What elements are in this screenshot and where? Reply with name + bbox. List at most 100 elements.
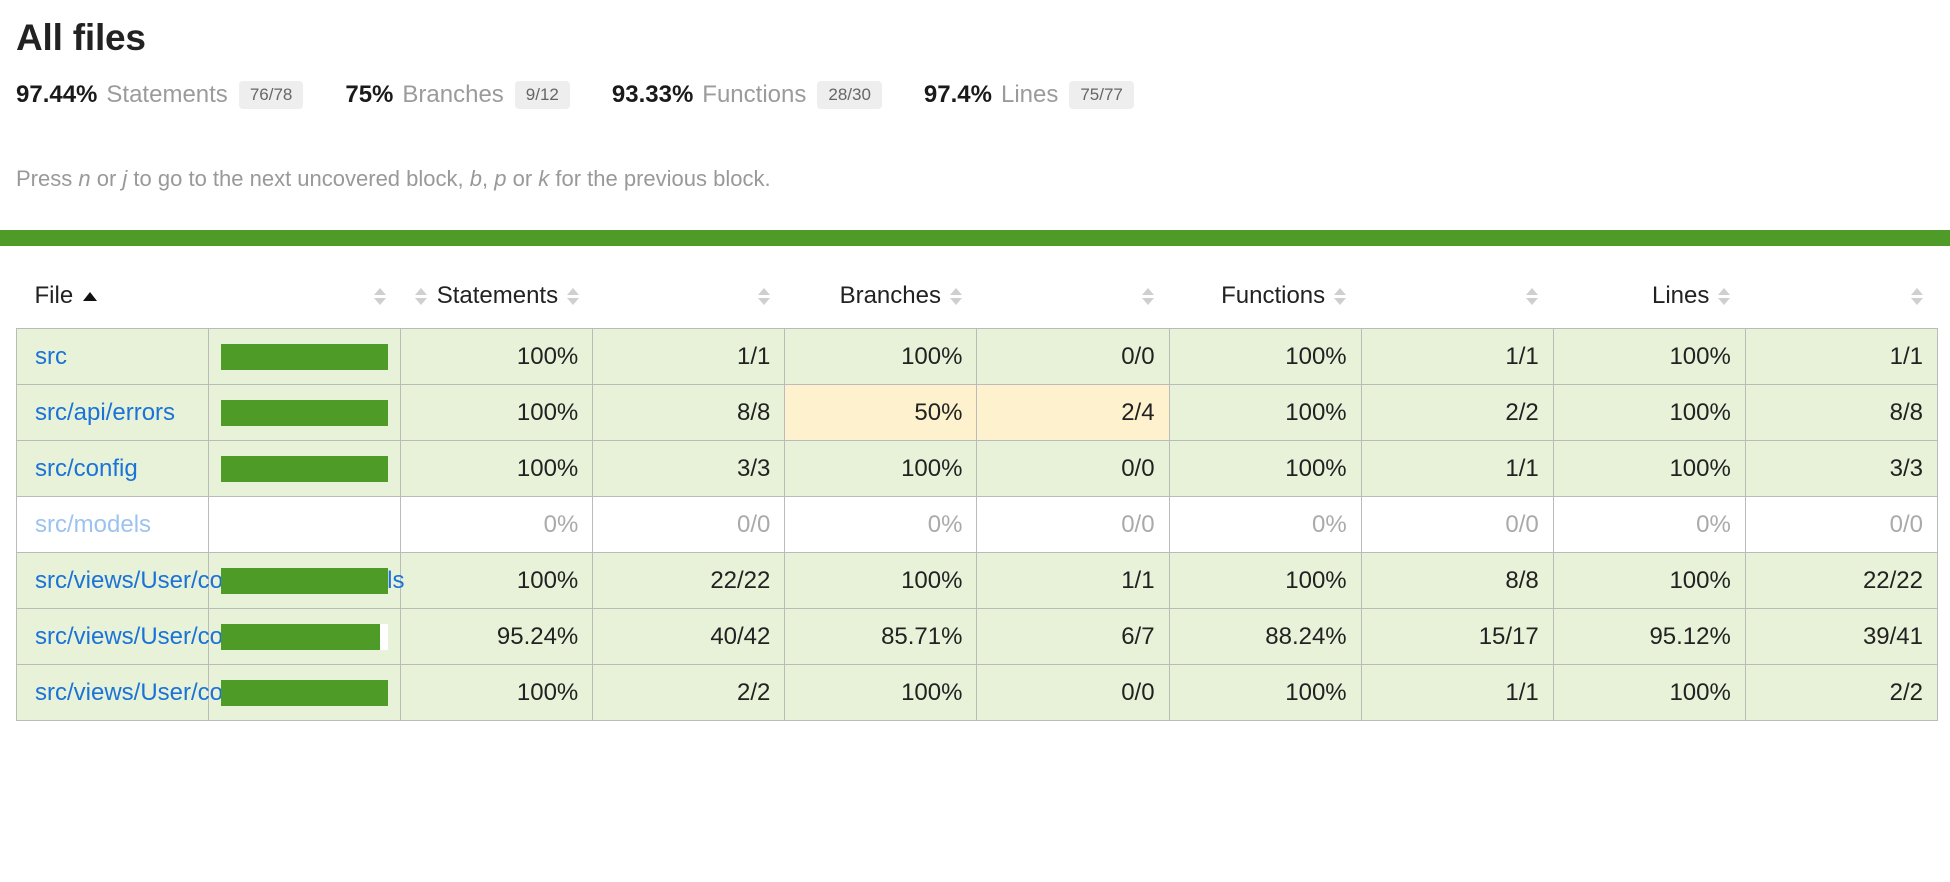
column-header-functions[interactable]: Functions [1169, 270, 1362, 329]
coverage-bar [221, 455, 389, 482]
table-header-row: File Statements Branches Functions Lines [16, 270, 1938, 329]
cell-lines-raw: 22/22 [1744, 552, 1939, 610]
coverage-report-page: All files 97.44% Statements 76/78 75% Br… [0, 0, 1950, 722]
column-header-functions-raw[interactable] [1361, 270, 1554, 329]
cell-branches-pct: 100% [784, 328, 978, 386]
cell-coverage-bar [208, 664, 402, 722]
column-header-lines-raw[interactable] [1745, 270, 1938, 329]
cell-statements-raw: 1/1 [592, 328, 786, 386]
column-header-statements[interactable]: Statements [400, 270, 593, 329]
cell-file: src/views/User/components/list [15, 608, 364, 666]
file-link[interactable]: src [35, 343, 67, 370]
cell-functions-pct: 0% [1168, 496, 1362, 554]
column-header-statements-raw[interactable] [592, 270, 785, 329]
help-part-5: or [506, 165, 539, 191]
sort-toggle-functions-icon[interactable] [1334, 288, 1347, 306]
table-row: src/views/User/config 100% 2/2 100% 0/0 100% 1… [15, 664, 1939, 722]
cell-branches-pct: 50% [784, 384, 978, 442]
coverage-bar [221, 343, 389, 370]
cell-functions-pct: 100% [1168, 664, 1362, 722]
table-row: src 100% 1/1 100% 0/0 100% 1/1 100% 1/1 [15, 328, 1939, 386]
cell-coverage-bar [208, 496, 402, 554]
sort-toggle-lines-icon[interactable] [1718, 288, 1731, 306]
column-header-lines-label: Lines [1651, 282, 1710, 310]
file-link[interactable]: src/config [35, 455, 138, 482]
column-header-file-sorter[interactable] [208, 270, 401, 329]
file-link[interactable]: src/models [35, 511, 151, 538]
summary-branches: 75% Branches 9/12 [345, 80, 570, 109]
sort-toggle-statements-pre-icon[interactable] [414, 288, 428, 306]
cell-lines-raw: 8/8 [1744, 384, 1939, 442]
cell-branches-pct: 100% [784, 552, 978, 610]
summary-statements-label: Statements [106, 80, 228, 108]
cell-functions-pct: 100% [1168, 552, 1362, 610]
column-header-lines[interactable]: Lines [1553, 270, 1746, 329]
cell-coverage-bar [208, 552, 402, 610]
column-header-file[interactable]: File [16, 270, 209, 329]
sort-toggle-file-pic-icon[interactable] [373, 288, 387, 306]
cell-branches-pct: 0% [784, 496, 978, 554]
cell-lines-raw: 39/41 [1744, 608, 1939, 666]
cell-functions-raw: 15/17 [1360, 608, 1554, 666]
column-header-branches[interactable]: Branches [784, 270, 977, 329]
sort-asc-icon [83, 292, 98, 302]
help-key-b: b [469, 165, 482, 191]
cell-statements-raw: 3/3 [592, 440, 786, 498]
summary-functions: 93.33% Functions 28/30 [612, 80, 882, 109]
help-part-6: for the previous block. [549, 165, 771, 191]
cell-branches-raw: 0/0 [976, 496, 1170, 554]
sort-toggle-statements-icon[interactable] [567, 288, 580, 306]
table-row: src/models 0% 0/0 0% 0/0 0% 0/0 0% 0/0 [15, 496, 1939, 554]
help-key-n: n [78, 165, 91, 191]
table-header: File Statements Branches Functions Lines [16, 270, 1938, 329]
column-header-branches-raw[interactable] [976, 270, 1170, 329]
cell-branches-raw: 0/0 [976, 328, 1170, 386]
table-body: src 100% 1/1 100% 0/0 100% 1/1 100% 1/1 src/api/e… [15, 328, 1939, 722]
cell-branches-pct: 100% [784, 664, 978, 722]
coverage-bar [221, 399, 389, 426]
help-part-4: , [482, 165, 495, 191]
cell-branches-pct: 100% [784, 440, 978, 498]
coverage-bar [221, 679, 389, 706]
cell-coverage-bar [208, 608, 402, 666]
summary-lines-label: Lines [1000, 80, 1059, 108]
summary-branches-fraction: 9/12 [514, 80, 570, 109]
cell-statements-raw: 40/42 [592, 608, 786, 666]
table-row: src/views/User/components/list 95.24% 40/4… [15, 608, 1939, 666]
cell-branches-raw: 0/0 [976, 664, 1170, 722]
cell-file: src/models [15, 496, 210, 554]
cell-lines-pct: 100% [1552, 664, 1746, 722]
cell-statements-pct: 95.24% [400, 608, 594, 666]
summary-functions-fraction: 28/30 [817, 80, 882, 109]
sort-toggle-statements-raw-icon[interactable] [757, 288, 771, 306]
cell-lines-pct: 100% [1552, 384, 1746, 442]
cell-lines-raw: 3/3 [1744, 440, 1939, 498]
table-row: src/views/User/components/details 100% 22/… [15, 552, 1939, 610]
sort-toggle-branches-raw-icon[interactable] [1142, 288, 1155, 306]
cell-lines-pct: 100% [1552, 440, 1746, 498]
page-title: All files [16, 17, 146, 58]
cell-statements-pct: 100% [400, 552, 594, 610]
cell-functions-raw: 1/1 [1360, 440, 1554, 498]
cell-branches-raw: 2/4 [976, 384, 1170, 442]
coverage-bar-fill [221, 399, 389, 426]
cell-file: src/config [15, 440, 210, 498]
sort-toggle-lines-raw-icon[interactable] [1910, 288, 1924, 306]
summary-functions-label: Functions [702, 80, 807, 108]
column-header-statements-label: Statements [436, 282, 559, 310]
coverage-bar [221, 567, 389, 594]
cell-functions-raw: 0/0 [1360, 496, 1554, 554]
cell-lines-pct: 100% [1552, 552, 1746, 610]
cell-statements-raw: 22/22 [592, 552, 786, 610]
sort-toggle-functions-raw-icon[interactable] [1526, 288, 1539, 306]
sort-toggle-branches-icon[interactable] [949, 288, 963, 306]
cell-statements-pct: 100% [400, 440, 594, 498]
cell-functions-pct: 88.24% [1168, 608, 1362, 666]
coverage-bar-fill [221, 679, 389, 706]
cell-branches-raw: 1/1 [976, 552, 1170, 610]
cell-statements-pct: 100% [400, 384, 594, 442]
cell-statements-pct: 0% [400, 496, 594, 554]
cell-coverage-bar [208, 328, 402, 386]
cell-lines-pct: 0% [1552, 496, 1746, 554]
file-link[interactable]: src/api/errors [35, 399, 175, 426]
